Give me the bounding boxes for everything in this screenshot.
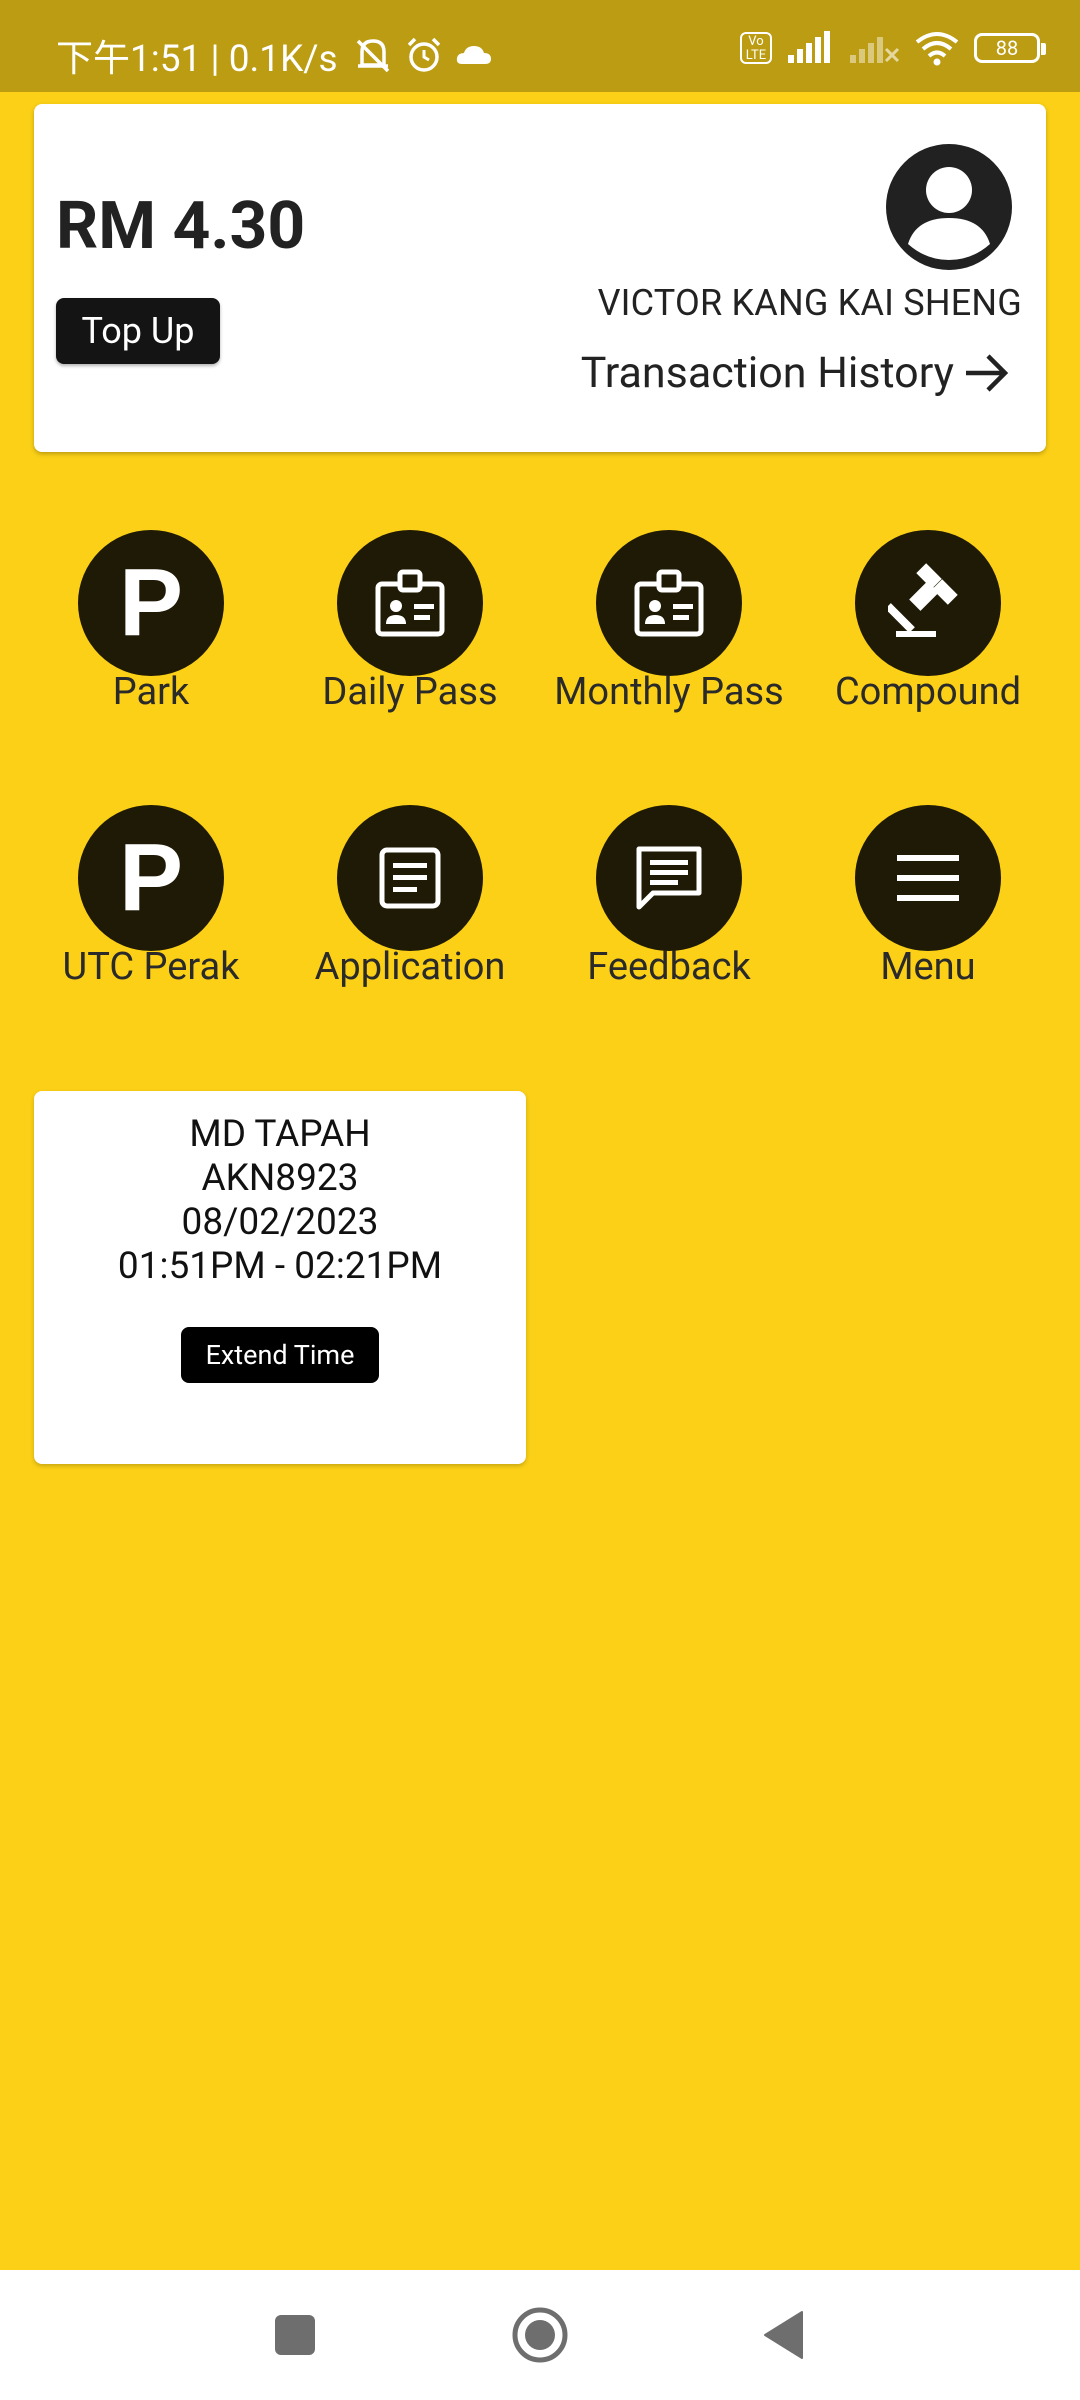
muted-bell-icon (356, 39, 389, 73)
menu-application[interactable]: Application (280, 805, 540, 1005)
volte-icon: Vo LTE (740, 32, 772, 64)
parking-p-icon: P (78, 530, 224, 676)
status-left: 下午1:51 | 0.1K/s (56, 28, 494, 82)
signal-icon (788, 31, 830, 63)
session-date: 08/02/2023 (181, 1201, 379, 1244)
system-nav-bar (0, 2270, 1080, 2400)
menu-menu[interactable]: Menu (798, 805, 1058, 1005)
session-location: MD TAPAH (189, 1113, 371, 1156)
menu-park[interactable]: P Park (21, 530, 281, 730)
session-plate: AKN8923 (201, 1157, 359, 1200)
battery-icon: 88 (974, 33, 1046, 63)
back-triangle-icon[interactable] (762, 2310, 804, 2360)
cloud-icon (456, 46, 491, 64)
menu-label: Park (112, 670, 190, 714)
signal-no-service-icon (850, 37, 900, 63)
profile-avatar-icon[interactable] (886, 144, 1012, 270)
parking-session-card: MD TAPAH AKN8923 08/02/2023 01:51PM - 02… (34, 1091, 526, 1464)
menu-label: Application (314, 945, 506, 989)
id-badge-icon (375, 569, 445, 637)
wifi-icon (915, 32, 959, 66)
menu-label: Menu (880, 945, 976, 989)
id-badge-icon (634, 569, 704, 637)
menu-label: UTC Perak (62, 945, 240, 989)
recents-square-icon[interactable] (274, 2314, 316, 2356)
home-circle-icon[interactable] (511, 2306, 569, 2364)
menu-label: Daily Pass (322, 670, 498, 714)
wallet-card: RM 4.30 Top Up VICTOR KANG KAI SHENG Tra… (34, 104, 1046, 452)
top-up-button[interactable]: Top Up (56, 298, 220, 364)
transaction-history-label: Transaction History (580, 348, 954, 398)
chat-icon (636, 846, 702, 910)
document-icon (379, 847, 441, 909)
gavel-icon (888, 563, 958, 637)
status-bar: 下午1:51 | 0.1K/s Vo LTE 88 (0, 0, 1080, 92)
parking-p-icon: P (78, 805, 224, 951)
menu-label: Compound (834, 670, 1022, 714)
alarm-clock-icon (407, 37, 440, 72)
user-name: VICTOR KANG KAI SHENG (597, 282, 1022, 324)
session-time-range: 01:51PM - 02:21PM (117, 1245, 443, 1288)
menu-monthly-pass[interactable]: Monthly Pass (539, 530, 799, 730)
menu-feedback[interactable]: Feedback (539, 805, 799, 1005)
wallet-balance: RM 4.30 (56, 188, 306, 265)
arrow-right-icon (966, 354, 1009, 392)
menu-utc-perak[interactable]: P UTC Perak (21, 805, 281, 1005)
extend-time-button[interactable]: Extend Time (181, 1327, 379, 1383)
transaction-history-link[interactable]: Transaction History (581, 348, 1010, 398)
menu-compound[interactable]: Compound (798, 530, 1058, 730)
menu-label: Feedback (587, 945, 751, 989)
menu-daily-pass[interactable]: Daily Pass (280, 530, 540, 730)
status-right: Vo LTE 88 (740, 30, 1046, 66)
status-time-speed: 下午1:51 | 0.1K/s (56, 38, 338, 81)
hamburger-icon (897, 855, 959, 901)
menu-label: Monthly Pass (554, 670, 784, 714)
